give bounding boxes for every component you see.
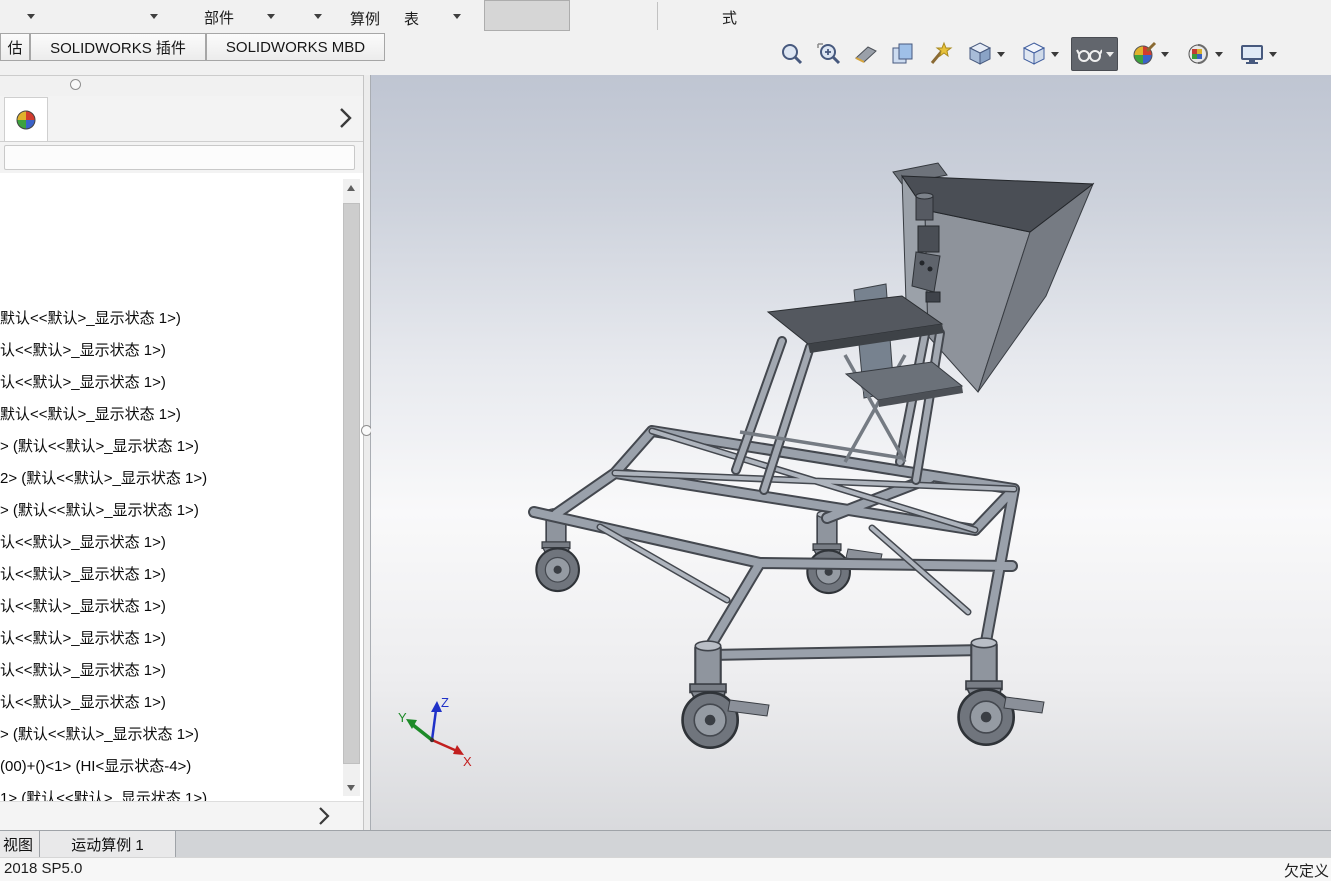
panel-splitter[interactable] [361, 75, 372, 830]
coordinate-triad[interactable]: Z X Y [398, 695, 472, 769]
view-orientation-icon[interactable] [966, 39, 994, 69]
tab-motion-study-1[interactable]: 运动算例 1 [40, 831, 176, 857]
display-style-group [1017, 38, 1062, 70]
tree-item[interactable]: > (默认<<默认>_显示状态 1>) [0, 719, 339, 751]
scroll-down-icon[interactable] [343, 779, 360, 796]
feature-tree-area: 默认<<默认>_显示状态 1>) 认<<默认>_显示状态 1>) 认<<默认>_显示… [0, 173, 363, 802]
tree-item[interactable]: > (默认<<默认>_显示状态 1>) [0, 495, 339, 527]
display-mode-button[interactable]: 式 [722, 7, 737, 28]
status-bar: 2018 SP5.0 欠定义 [0, 857, 1331, 881]
tab-solidworks-mbd[interactable]: SOLIDWORKS MBD [206, 33, 385, 61]
dropdown-caret[interactable] [1215, 51, 1223, 57]
apply-scene-icon[interactable] [1184, 39, 1212, 69]
zoom-to-area-icon[interactable] [815, 39, 843, 69]
tree-item[interactable]: 认<<默认>_显示状态 1>) [0, 527, 339, 559]
tree-item[interactable]: 认<<默认>_显示状态 1>) [0, 655, 339, 687]
feature-manager-panel: 默认<<默认>_显示状态 1>) 认<<默认>_显示状态 1>) 认<<默认>_显示… [0, 75, 363, 830]
tree-item[interactable]: 认<<默认>_显示状态 1>) [0, 367, 339, 399]
filter-icon[interactable] [926, 39, 954, 69]
disabled-ribbon-button [484, 0, 570, 31]
tree-item[interactable]: 认<<默认>_显示状态 1>) [0, 591, 339, 623]
triad-x-label: X [463, 754, 472, 769]
machine-model[interactable] [528, 162, 1095, 749]
dropdown-caret[interactable] [453, 14, 461, 19]
motion-study-button[interactable]: 算例 [350, 8, 380, 29]
manager-tab-row [0, 96, 363, 142]
version-text: 2018 SP5.0 [4, 860, 83, 877]
tree-item[interactable]: 默认<<默认>_显示状态 1>) [0, 399, 339, 431]
view-orientation-group [963, 38, 1008, 70]
feature-tree: 默认<<默认>_显示状态 1>) 认<<默认>_显示状态 1>) 认<<默认>_显示… [0, 303, 339, 802]
heads-up-toolbar [778, 37, 1280, 71]
constraint-status-text: 欠定义 [1283, 863, 1329, 880]
dropdown-caret[interactable] [314, 14, 322, 19]
tree-item[interactable]: (00)+()<1> (HI<显示状态-4>) [0, 751, 339, 783]
dropdown-caret[interactable] [1161, 51, 1169, 57]
tree-item[interactable]: 1> (默认<<默认>_显示状态 1>) [0, 783, 339, 802]
viewport-canvas[interactable]: Z X Y [371, 75, 1331, 830]
display-manager-icon [16, 110, 36, 129]
tree-item[interactable]: 认<<默认>_显示状态 1>) [0, 687, 339, 719]
view-settings-icon[interactable] [1238, 39, 1266, 69]
edit-appearance-icon[interactable] [1130, 39, 1158, 69]
tree-item[interactable]: > (默认<<默认>_显示状态 1>) [0, 431, 339, 463]
panel-bottom-expand-icon[interactable] [315, 805, 333, 827]
triad-y-label: Y [398, 710, 407, 725]
dropdown-caret[interactable] [1106, 51, 1114, 57]
tree-item[interactable]: 认<<默认>_显示状态 1>) [0, 335, 339, 367]
tree-item[interactable]: 认<<默认>_显示状态 1>) [0, 623, 339, 655]
tab-evaluate[interactable]: 估 [0, 33, 30, 61]
view-settings-group [1235, 38, 1280, 70]
section-view-icon[interactable] [852, 39, 880, 69]
dropdown-caret[interactable] [267, 14, 275, 19]
tree-filter-box[interactable] [4, 145, 355, 170]
copy-appearance-icon[interactable] [889, 39, 917, 69]
hide-show-items-icon[interactable] [1075, 39, 1103, 69]
edit-appearance-group [1127, 38, 1172, 70]
ribbon-separator [657, 2, 658, 30]
triad-z-label: Z [441, 695, 449, 710]
motion-manager-bar: 视图 运动算例 1 [0, 830, 1331, 857]
dropdown-caret[interactable] [1051, 51, 1059, 57]
ribbon: 部件 算例 表 式 [0, 0, 1331, 33]
scroll-up-icon[interactable] [343, 179, 360, 196]
apply-scene-group [1181, 38, 1226, 70]
display-style-icon[interactable] [1020, 39, 1048, 69]
hide-show-items-group [1071, 37, 1118, 71]
tab-model-view[interactable]: 视图 [0, 831, 40, 857]
scrollbar-thumb[interactable] [343, 203, 360, 764]
dropdown-caret[interactable] [27, 14, 35, 19]
tree-item[interactable]: 认<<默认>_显示状态 1>) [0, 559, 339, 591]
panel-top-strip [0, 76, 363, 96]
panel-bottom-bar [0, 801, 363, 830]
solidworks-window: 部件 算例 表 式 估 SOLIDWORKS 插件 SOLIDWORKS MBD [0, 0, 1331, 881]
panel-pin-handle[interactable] [70, 79, 81, 90]
dropdown-caret[interactable] [150, 14, 158, 19]
tree-item[interactable]: 2> (默认<<默认>_显示状态 1>) [0, 463, 339, 495]
tab-solidworks-addins[interactable]: SOLIDWORKS 插件 [30, 33, 206, 61]
panel-filter-row [0, 142, 363, 175]
display-manager-tab[interactable] [4, 97, 48, 141]
tree-item[interactable]: 默认<<默认>_显示状态 1>) [0, 303, 339, 335]
insert-components-button[interactable]: 部件 [204, 7, 234, 28]
zoom-to-fit-icon[interactable] [778, 39, 806, 69]
dropdown-caret[interactable] [997, 51, 1005, 57]
graphics-viewport[interactable]: Z X Y [371, 75, 1331, 830]
dropdown-caret[interactable] [1269, 51, 1277, 57]
tree-scrollbar[interactable] [343, 179, 360, 796]
design-table-button[interactable]: 表 [404, 8, 419, 29]
panel-expand-icon[interactable] [335, 105, 355, 131]
